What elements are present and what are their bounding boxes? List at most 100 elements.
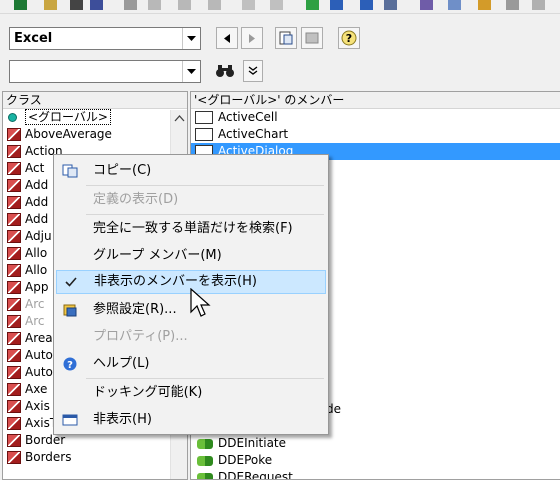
- class-icon: [7, 162, 21, 175]
- search-button[interactable]: [214, 60, 236, 82]
- search-combo[interactable]: [9, 60, 201, 83]
- menu-item-copy[interactable]: コピー(C): [56, 159, 326, 183]
- members-list-bottom: DDEInitiate DDEPoke DDERequest: [191, 435, 560, 480]
- show-hide-search-results-button[interactable]: [243, 60, 263, 82]
- menu-item-dockable[interactable]: ドッキング可能(K): [56, 381, 326, 405]
- mouse-cursor-icon: [190, 288, 211, 317]
- undo-icon[interactable]: [242, 0, 255, 10]
- class-icon: [7, 145, 21, 158]
- method-icon: [197, 456, 213, 466]
- scroll-up-icon: [174, 115, 185, 122]
- member-item-label: ActiveChart: [218, 127, 289, 141]
- insert-module-icon[interactable]: [44, 0, 57, 10]
- class-item[interactable]: AboveAverage: [3, 126, 187, 143]
- view-definition-button[interactable]: [301, 27, 323, 49]
- class-item-label: Add: [25, 212, 49, 226]
- toolbox-icon[interactable]: [506, 0, 519, 10]
- clipboard-icon: [279, 31, 293, 45]
- class-item-label: App: [25, 280, 49, 294]
- forward-button[interactable]: [241, 27, 263, 49]
- svg-text:?: ?: [67, 360, 73, 371]
- member-item[interactable]: DDERequest: [191, 469, 560, 480]
- class-icon: [7, 332, 21, 345]
- classes-header: クラス: [3, 92, 187, 109]
- class-item-label: Border: [25, 433, 66, 447]
- class-item-label: <グローバル>: [25, 109, 111, 125]
- design-mode-icon[interactable]: [384, 0, 397, 10]
- class-icon: [7, 366, 21, 379]
- class-item-label: Allo: [25, 263, 48, 277]
- member-item[interactable]: DDEInitiate: [191, 435, 560, 452]
- class-item-label: Axis: [25, 399, 50, 413]
- class-icon: [7, 128, 21, 141]
- member-item-label: ActiveCell: [218, 110, 278, 124]
- class-item-label: Act: [25, 161, 45, 175]
- menu-item-properties[interactable]: プロパティ(P)...: [56, 325, 326, 349]
- member-item-label: DDEPoke: [218, 453, 273, 467]
- class-item-label: Add: [25, 195, 49, 209]
- help-circle-icon: ?: [63, 357, 77, 371]
- menu-item-find-whole-word[interactable]: 完全に一致する単語だけを検索(F): [56, 217, 326, 241]
- library-combo-value: Excel: [14, 31, 53, 46]
- class-item-label: Borders: [25, 450, 72, 464]
- excel-icon[interactable]: [14, 0, 27, 10]
- class-icon: [7, 247, 21, 260]
- class-icon: [7, 400, 21, 413]
- redo-icon[interactable]: [270, 0, 283, 10]
- member-item[interactable]: ActiveChart: [191, 126, 560, 143]
- property-icon: [195, 128, 213, 141]
- back-button[interactable]: [216, 27, 238, 49]
- class-icon: [7, 264, 21, 277]
- find-icon[interactable]: [208, 0, 221, 10]
- chevron-down-icon[interactable]: [182, 28, 200, 49]
- class-icon: [7, 179, 21, 192]
- project-explorer-icon[interactable]: [420, 0, 433, 10]
- globe-icon: [8, 113, 17, 122]
- menu-item-show-definition[interactable]: 定義の表示(D): [56, 188, 326, 212]
- class-item-label: Allo: [25, 246, 48, 260]
- double-chevron-down-icon: [248, 66, 258, 75]
- method-icon: [197, 473, 213, 479]
- help-button[interactable]: ?: [338, 27, 360, 49]
- class-icon: [7, 434, 21, 447]
- members-header: '<グローバル>' のメンバー: [191, 92, 560, 109]
- back-arrow-icon: [224, 33, 230, 43]
- references-icon: [63, 304, 77, 317]
- help-icon[interactable]: [532, 0, 545, 10]
- window-icon: [62, 414, 78, 426]
- checkmark-icon: [65, 277, 77, 287]
- class-item-label: Axe: [25, 382, 48, 396]
- menu-separator: [86, 378, 324, 379]
- menu-separator: [86, 185, 324, 186]
- class-item-label: Area: [25, 331, 53, 345]
- run-icon[interactable]: [306, 0, 319, 10]
- property-icon: [195, 111, 213, 124]
- svg-text:?: ?: [346, 32, 352, 45]
- copy-icon[interactable]: [148, 0, 161, 10]
- stop-icon[interactable]: [360, 0, 373, 10]
- paste-icon[interactable]: [178, 0, 191, 10]
- member-item[interactable]: DDEPoke: [191, 452, 560, 469]
- menu-item-help[interactable]: ? ヘルプ(L): [56, 352, 326, 376]
- class-icon: [7, 417, 21, 430]
- save-icon[interactable]: [90, 0, 103, 10]
- member-item-label: DDERequest: [218, 470, 293, 480]
- class-item[interactable]: Borders: [3, 449, 187, 466]
- class-icon: [7, 298, 21, 311]
- copy-to-clipboard-button[interactable]: [275, 27, 297, 49]
- binoculars-icon: [216, 65, 234, 77]
- menu-item-hide[interactable]: 非表示(H): [56, 408, 326, 432]
- pause-icon[interactable]: [330, 0, 343, 10]
- library-combo[interactable]: Excel: [9, 27, 201, 50]
- menu-item-group-members[interactable]: グループ メンバー(M): [56, 244, 326, 268]
- class-icon: [7, 230, 21, 243]
- chevron-down-icon[interactable]: [182, 61, 200, 82]
- cut-icon[interactable]: [124, 0, 137, 10]
- members-list-top: ActiveCell ActiveChart ActiveDialog: [191, 109, 560, 160]
- class-item[interactable]: <グローバル>: [3, 109, 187, 126]
- properties-window-icon[interactable]: [448, 0, 461, 10]
- member-item[interactable]: ActiveCell: [191, 109, 560, 126]
- object-browser-icon[interactable]: [478, 0, 491, 10]
- class-item-label: Add: [25, 178, 49, 192]
- dropdown-arrow-icon[interactable]: [70, 0, 83, 10]
